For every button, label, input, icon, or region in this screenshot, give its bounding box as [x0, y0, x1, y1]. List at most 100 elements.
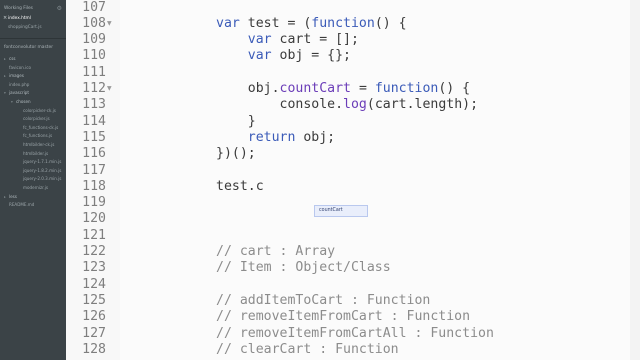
code-line: return obj;: [216, 130, 335, 146]
sidebar-divider: [0, 38, 66, 39]
working-files-header: Working Files ⚙: [0, 0, 66, 14]
working-files-list: index.htmlshoppingCart.js: [0, 14, 66, 32]
tree-item-label: javascript: [9, 90, 29, 96]
project-name[interactable]: fontconvolutor master: [0, 43, 66, 55]
tree-folder[interactable]: ▸ images: [0, 72, 66, 81]
tree-folder[interactable]: ▾ javascript: [0, 89, 66, 98]
line-number: 112: [82, 81, 106, 96]
code-line: test.c: [216, 179, 264, 195]
tree-item-label: colorpicker.js: [23, 116, 50, 122]
tree-file[interactable]: htmlbilder.js: [0, 150, 66, 159]
tree-file[interactable]: favicon.ico: [0, 64, 66, 73]
line-number: 109: [82, 32, 106, 48]
code-token: })();: [216, 146, 256, 162]
code-line: // removeItemFromCart : Function: [216, 309, 470, 325]
tree-file[interactable]: index.php: [0, 81, 66, 90]
tree-folder[interactable]: ▸ less: [0, 193, 66, 202]
tree-item-label: jquery-1.7.1.min.js: [23, 159, 62, 165]
tree-file[interactable]: htmlbilder-ck.js: [0, 141, 66, 150]
tree-item-label: jquery-1.8.2.min.js: [23, 167, 62, 173]
line-number: 114: [82, 113, 106, 129]
line-number: 127: [82, 325, 106, 341]
fold-arrow-icon[interactable]: ▼: [107, 81, 112, 97]
tree-item-label: README.md: [9, 202, 35, 208]
tree-file[interactable]: jquery-1.7.1.min.js: [0, 158, 66, 167]
tree-item-label: colorpicker-ck.js: [23, 107, 56, 113]
vertical-scrollbar[interactable]: [630, 0, 640, 360]
code-line: // Item : Object/Class: [216, 260, 391, 276]
tree-file[interactable]: colorpicker.js: [0, 115, 66, 124]
tree-item-label: htmlbilder-ck.js: [23, 141, 55, 147]
tree-file[interactable]: jquery-1.8.2.min.js: [0, 167, 66, 176]
code-line: obj.countCart = function() {: [216, 81, 470, 97]
code-token: test.c: [216, 178, 264, 194]
code-area[interactable]: var test = (function() { var cart = []; …: [120, 0, 630, 360]
line-number: 107: [82, 0, 106, 15]
code-line: // addItemToCart : Function: [216, 293, 430, 309]
comment-token: // Item : Object/Class: [216, 260, 391, 276]
autocomplete-hint[interactable]: countCart: [314, 205, 368, 217]
tree-folder[interactable]: ▾ chosen: [0, 98, 66, 107]
tree-file[interactable]: modernizr.js: [0, 184, 66, 193]
tree-file[interactable]: jquery-2.0.3.min.js: [0, 175, 66, 184]
line-number: 113: [82, 97, 106, 113]
tree-item-label: css: [9, 56, 16, 61]
function-token: countCart: [279, 81, 351, 96]
code-line: console.log(cart.length);: [216, 97, 479, 113]
code-line: // cart : Array: [216, 244, 335, 260]
tree-item-label: fc_functions-ck.js: [23, 124, 59, 130]
keyword-token: function: [374, 81, 439, 96]
keyword-token: function: [311, 15, 375, 31]
code-line: var obj = {};: [216, 48, 351, 64]
fold-arrow-icon[interactable]: ▼: [107, 16, 112, 32]
code-token: (cart.length);: [366, 97, 479, 113]
comment-token: // cart : Array: [216, 244, 336, 259]
line-number: 108: [82, 15, 106, 31]
tree-file[interactable]: colorpicker-ck.js: [0, 107, 66, 116]
gear-icon[interactable]: ⚙: [57, 5, 62, 12]
code-line: }: [216, 114, 256, 130]
tree-file[interactable]: README.md: [0, 201, 66, 210]
keyword-token: var: [247, 32, 272, 48]
line-number: 115: [82, 129, 106, 145]
line-number: 116: [82, 146, 106, 162]
working-file-item[interactable]: index.html: [0, 14, 66, 23]
comment-token: // removeItemFromCart : Function: [216, 309, 471, 325]
keyword-token: var: [216, 15, 240, 31]
line-number: 119: [82, 195, 106, 211]
code-line: })();: [216, 146, 256, 162]
tree-item-label: jquery-2.0.3.min.js: [23, 176, 62, 182]
code-token: obj = {};: [271, 48, 351, 64]
working-files-label: Working Files: [4, 5, 33, 11]
tree-item-label: chosen: [16, 98, 31, 104]
tree-item-label: less: [9, 193, 17, 199]
comment-token: // clearCart : Function: [216, 341, 399, 357]
line-number-gutter: 107 108 ▼ 109 110 111 112 ▼ 113 114 115 116 117 118 11…: [66, 0, 120, 360]
code-editor[interactable]: 107 108 ▼ 109 110 111 112 ▼ 113 114 115 116 117 118 11…: [66, 0, 640, 360]
tree-folder[interactable]: ▸ css: [0, 55, 66, 64]
line-number: 117: [82, 162, 106, 178]
file-tree: ▸ css favicon.ico ▸ images index.php ▾ javascri…: [0, 55, 66, 210]
code-token: console.: [216, 97, 344, 113]
code-token: test = (: [239, 15, 312, 31]
comment-token: // removeItemFromCartAll : Function: [216, 325, 494, 341]
function-token: log: [343, 97, 367, 113]
keyword-token: var: [247, 48, 272, 64]
code-line: var cart = [];: [216, 32, 359, 48]
line-number: 111: [82, 64, 106, 80]
tree-file[interactable]: fc_functions.js: [0, 132, 66, 141]
keyword-token: return: [247, 129, 296, 145]
tree-item-label: modernizr.js: [23, 184, 48, 190]
line-number: 123: [82, 260, 106, 276]
tree-file[interactable]: fc_functions-ck.js: [0, 124, 66, 133]
tree-item-label: htmlbilder.js: [23, 150, 49, 156]
working-file-item[interactable]: shoppingCart.js: [0, 23, 66, 32]
tree-item-label: images: [9, 73, 24, 79]
line-number: 121: [82, 227, 106, 243]
code-token: }: [216, 113, 256, 129]
code-line: // removeItemFromCartAll : Function: [216, 326, 494, 342]
code-token: obj.: [216, 81, 280, 96]
